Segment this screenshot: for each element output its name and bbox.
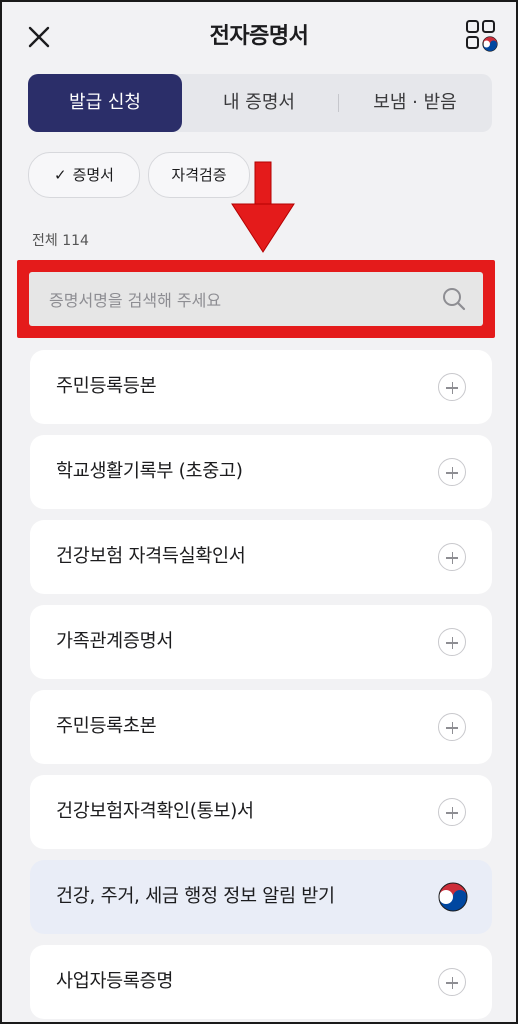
app-menu-icon[interactable] bbox=[464, 18, 500, 54]
search-highlight-box bbox=[17, 260, 495, 338]
plus-icon[interactable] bbox=[438, 798, 466, 826]
list-item[interactable]: 학교생활기록부 (초중고) bbox=[30, 435, 492, 509]
check-icon: ✓ bbox=[54, 166, 67, 184]
list-item[interactable]: 주민등록등본 bbox=[30, 350, 492, 424]
page-title: 전자증명서 bbox=[209, 24, 309, 49]
tab-apply[interactable]: 발급 신청 bbox=[28, 74, 182, 132]
search-input[interactable] bbox=[47, 272, 431, 328]
tab-my-certificates[interactable]: 내 증명서 bbox=[184, 74, 334, 132]
tab-divider bbox=[338, 94, 339, 112]
list-item[interactable]: 건강보험 자격득실확인서 bbox=[30, 520, 492, 594]
search-icon[interactable] bbox=[441, 286, 467, 312]
list-item-label: 주민등록초본 bbox=[56, 716, 157, 737]
list-item-label: 학교생활기록부 (초중고) bbox=[56, 461, 243, 482]
red-arrow-annotation bbox=[231, 161, 295, 253]
header: 전자증명서 bbox=[2, 2, 516, 68]
list-item[interactable]: 건강보험자격확인(통보)서 bbox=[30, 775, 492, 849]
filter-chip-label: 증명서 bbox=[72, 166, 114, 184]
list-item[interactable]: 주민등록초본 bbox=[30, 690, 492, 764]
list-item-label: 건강보험자격확인(통보)서 bbox=[56, 801, 254, 822]
tab-sent-received[interactable]: 보냄 · 받음 bbox=[340, 74, 490, 132]
list-item[interactable]: 사업자등록증명 bbox=[30, 945, 492, 1019]
list-item[interactable]: 가족관계증명서 bbox=[30, 605, 492, 679]
plus-icon[interactable] bbox=[438, 543, 466, 571]
plus-icon[interactable] bbox=[438, 458, 466, 486]
list-item-notification[interactable]: 건강, 주거, 세금 행정 정보 알림 받기 bbox=[30, 860, 492, 934]
list-item-label: 건강보험 자격득실확인서 bbox=[56, 546, 246, 567]
tab-bar: 발급 신청 내 증명서 보냄 · 받음 bbox=[28, 74, 492, 132]
list-item-label: 가족관계증명서 bbox=[56, 631, 174, 652]
korea-emblem-icon bbox=[438, 882, 468, 912]
plus-icon[interactable] bbox=[438, 968, 466, 996]
list-item-label: 사업자등록증명 bbox=[56, 971, 174, 992]
total-count: 전체 114 bbox=[32, 233, 89, 249]
list-item-label: 주민등록등본 bbox=[56, 376, 157, 397]
search-bar bbox=[29, 272, 483, 328]
plus-icon[interactable] bbox=[438, 628, 466, 656]
filter-chip-label: 자격검증 bbox=[171, 166, 227, 184]
plus-icon[interactable] bbox=[438, 373, 466, 401]
plus-icon[interactable] bbox=[438, 713, 466, 741]
filter-chip-certificate[interactable]: ✓ 증명서 bbox=[28, 152, 140, 198]
list-item-label: 건강, 주거, 세금 행정 정보 알림 받기 bbox=[56, 886, 335, 907]
app-screen: 전자증명서 발급 신청 내 증명서 보냄 · 받음 ✓ 증명서 자격검증 전체 1… bbox=[0, 0, 518, 1024]
